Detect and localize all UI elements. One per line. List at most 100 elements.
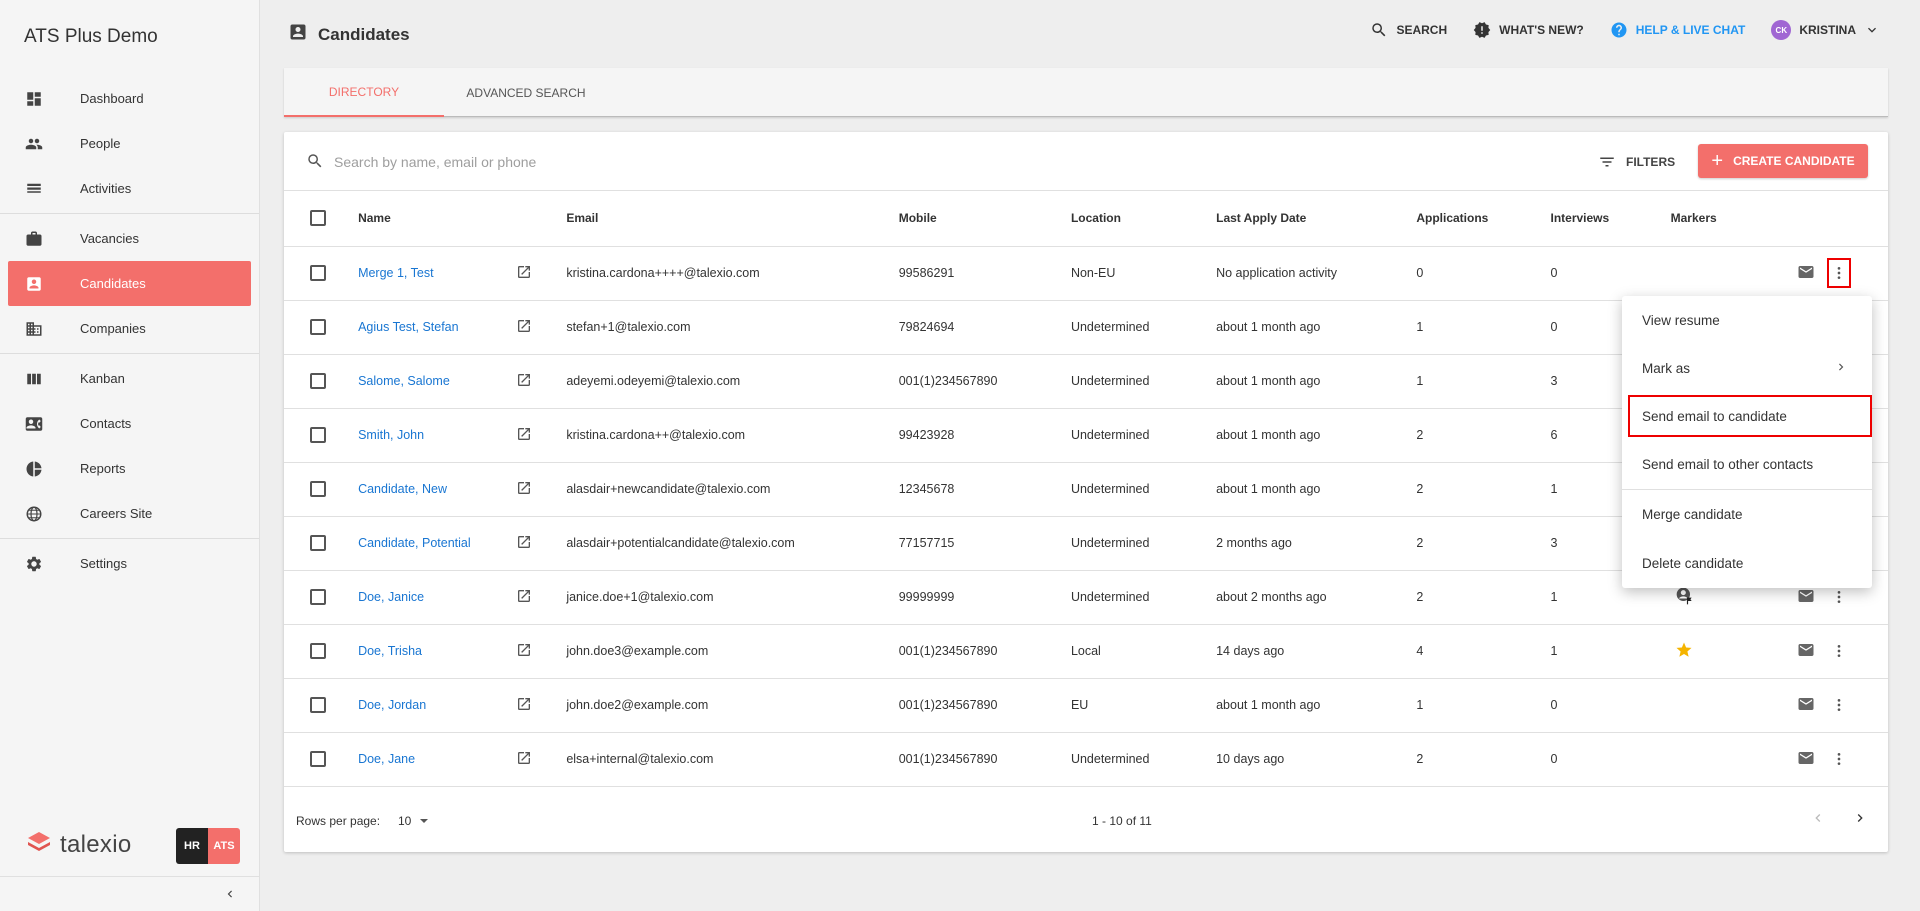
global-search-button[interactable]: SEARCH bbox=[1370, 21, 1447, 39]
menu-item-send-email-to-other-contacts[interactable]: Send email to other contacts bbox=[1622, 440, 1872, 488]
open-in-new-icon[interactable] bbox=[516, 319, 532, 337]
menu-item-mark-as[interactable]: Mark as bbox=[1622, 344, 1872, 392]
row-checkbox[interactable] bbox=[310, 319, 326, 335]
row-checkbox[interactable] bbox=[310, 265, 326, 281]
people-icon bbox=[25, 135, 43, 153]
previous-page-button[interactable] bbox=[1810, 810, 1826, 831]
candidate-name-link[interactable]: Doe, Trisha bbox=[358, 644, 422, 658]
building-icon bbox=[25, 320, 43, 338]
candidate-name-link[interactable]: Candidate, New bbox=[358, 482, 447, 496]
candidate-name-link[interactable]: Doe, Janice bbox=[358, 590, 424, 604]
mail-icon[interactable] bbox=[1797, 587, 1815, 608]
row-checkbox[interactable] bbox=[310, 643, 326, 659]
open-in-new-icon[interactable] bbox=[516, 643, 532, 661]
location-cell: Undetermined bbox=[1070, 462, 1217, 517]
markers-cell bbox=[1670, 246, 1771, 301]
applications-cell: 1 bbox=[1416, 678, 1551, 733]
mobile-cell: 001(1)234567890 bbox=[898, 354, 1071, 409]
sidebar-item-reports[interactable]: Reports bbox=[0, 446, 259, 491]
sidebar-item-settings[interactable]: Settings bbox=[0, 541, 259, 586]
column-header-email[interactable]: Email bbox=[566, 191, 899, 247]
sidebar-item-kanban[interactable]: Kanban bbox=[0, 356, 259, 401]
candidate-name-link[interactable]: Merge 1, Test bbox=[358, 266, 434, 280]
mail-icon[interactable] bbox=[1797, 695, 1815, 716]
tab-directory[interactable]: DIRECTORY bbox=[284, 68, 444, 117]
sidebar-item-activities[interactable]: Activities bbox=[0, 166, 259, 211]
menu-item-merge-candidate[interactable]: Merge candidate bbox=[1622, 490, 1872, 538]
more-vert-icon[interactable] bbox=[1829, 746, 1849, 772]
product-switcher[interactable]: HR ATS bbox=[176, 828, 240, 864]
select-all-checkbox[interactable] bbox=[310, 210, 326, 227]
open-in-new-icon[interactable] bbox=[516, 427, 532, 445]
whats-new-button[interactable]: WHAT'S NEW? bbox=[1473, 21, 1584, 39]
candidate-name-link[interactable]: Candidate, Potential bbox=[358, 536, 471, 550]
search-input[interactable] bbox=[334, 149, 934, 175]
row-checkbox[interactable] bbox=[310, 535, 326, 551]
tab-advanced-search[interactable]: ADVANCED SEARCH bbox=[444, 68, 608, 117]
sidebar-item-label: Reports bbox=[80, 461, 126, 476]
column-header-location[interactable]: Location bbox=[1070, 191, 1217, 247]
rows-per-page-select[interactable]: 10 bbox=[398, 814, 429, 828]
sidebar-item-vacancies[interactable]: Vacancies bbox=[0, 216, 259, 261]
candidate-name-link[interactable]: Doe, Jane bbox=[358, 752, 415, 766]
sidebar-item-label: Vacancies bbox=[80, 231, 140, 246]
mail-icon[interactable] bbox=[1797, 749, 1815, 770]
mail-icon[interactable] bbox=[1797, 263, 1815, 284]
row-checkbox[interactable] bbox=[310, 373, 326, 389]
collapse-sidebar-button[interactable] bbox=[220, 884, 240, 904]
filters-button[interactable]: FILTERS bbox=[1586, 146, 1687, 178]
open-in-new-icon[interactable] bbox=[516, 535, 532, 553]
create-candidate-button[interactable]: + CREATE CANDIDATE bbox=[1698, 144, 1868, 178]
sidebar: ATS Plus Demo Dashboard People Activitie… bbox=[0, 0, 260, 911]
open-in-new-icon[interactable] bbox=[516, 481, 532, 499]
open-in-new-icon[interactable] bbox=[516, 697, 532, 715]
column-header-applications[interactable]: Applications bbox=[1416, 191, 1551, 247]
page-title: Candidates bbox=[288, 22, 410, 47]
search-icon bbox=[306, 152, 324, 175]
menu-item-send-email-to-candidate[interactable]: Send email to candidate bbox=[1628, 395, 1872, 437]
ats-badge[interactable]: ATS bbox=[208, 828, 240, 864]
open-in-new-icon[interactable] bbox=[516, 373, 532, 391]
menu-item-view-resume[interactable]: View resume bbox=[1622, 296, 1872, 344]
user-menu[interactable]: CK KRISTINA bbox=[1771, 20, 1880, 40]
table-row[interactable]: Doe, Jordan john.doe2@example.com 001(1)23… bbox=[284, 678, 1888, 733]
table-row[interactable]: Doe, Jane elsa+internal@talexio.com 001(1)… bbox=[284, 732, 1888, 787]
column-header-mobile[interactable]: Mobile bbox=[898, 191, 1071, 247]
more-vert-icon[interactable] bbox=[1829, 692, 1849, 718]
sidebar-item-contacts[interactable]: Contacts bbox=[0, 401, 259, 446]
menu-item-delete-candidate[interactable]: Delete candidate bbox=[1622, 539, 1872, 587]
mobile-cell: 77157715 bbox=[898, 516, 1071, 571]
column-header-interviews[interactable]: Interviews bbox=[1550, 191, 1671, 247]
hr-badge[interactable]: HR bbox=[176, 828, 208, 864]
row-checkbox[interactable] bbox=[310, 589, 326, 605]
column-header-last-apply-date[interactable]: Last Apply Date bbox=[1216, 191, 1417, 247]
row-checkbox[interactable] bbox=[310, 751, 326, 767]
email-cell: alasdair+potentialcandidate@talexio.com bbox=[566, 516, 899, 571]
row-checkbox[interactable] bbox=[310, 427, 326, 443]
applications-cell: 2 bbox=[1416, 516, 1551, 571]
open-in-new-icon[interactable] bbox=[516, 265, 532, 283]
rows-per-page-label: Rows per page: bbox=[296, 814, 381, 828]
table-row[interactable]: Doe, Trisha john.doe3@example.com 001(1)23… bbox=[284, 624, 1888, 679]
sidebar-item-candidates[interactable]: Candidates bbox=[8, 261, 251, 306]
column-header-name[interactable]: Name bbox=[338, 191, 517, 247]
location-cell: Undetermined bbox=[1070, 732, 1217, 787]
candidate-name-link[interactable]: Salome, Salome bbox=[358, 374, 450, 388]
candidate-name-link[interactable]: Smith, John bbox=[358, 428, 424, 442]
sidebar-item-people[interactable]: People bbox=[0, 121, 259, 166]
sidebar-item-careers-site[interactable]: Careers Site bbox=[0, 491, 259, 536]
help-chat-button[interactable]: HELP & LIVE CHAT bbox=[1610, 21, 1745, 39]
row-checkbox[interactable] bbox=[310, 481, 326, 497]
more-vert-icon[interactable] bbox=[1829, 638, 1849, 664]
open-in-new-icon[interactable] bbox=[516, 751, 532, 769]
mail-icon[interactable] bbox=[1797, 641, 1815, 662]
next-page-button[interactable] bbox=[1852, 810, 1868, 831]
candidate-name-link[interactable]: Doe, Jordan bbox=[358, 698, 426, 712]
sidebar-item-dashboard[interactable]: Dashboard bbox=[0, 76, 259, 121]
sidebar-item-companies[interactable]: Companies bbox=[0, 306, 259, 351]
more-vert-icon[interactable] bbox=[1826, 258, 1851, 288]
row-checkbox[interactable] bbox=[310, 697, 326, 713]
table-row[interactable]: Merge 1, Test kristina.cardona++++@talexi… bbox=[284, 246, 1888, 301]
candidate-name-link[interactable]: Agius Test, Stefan bbox=[358, 320, 459, 334]
open-in-new-icon[interactable] bbox=[516, 589, 532, 607]
